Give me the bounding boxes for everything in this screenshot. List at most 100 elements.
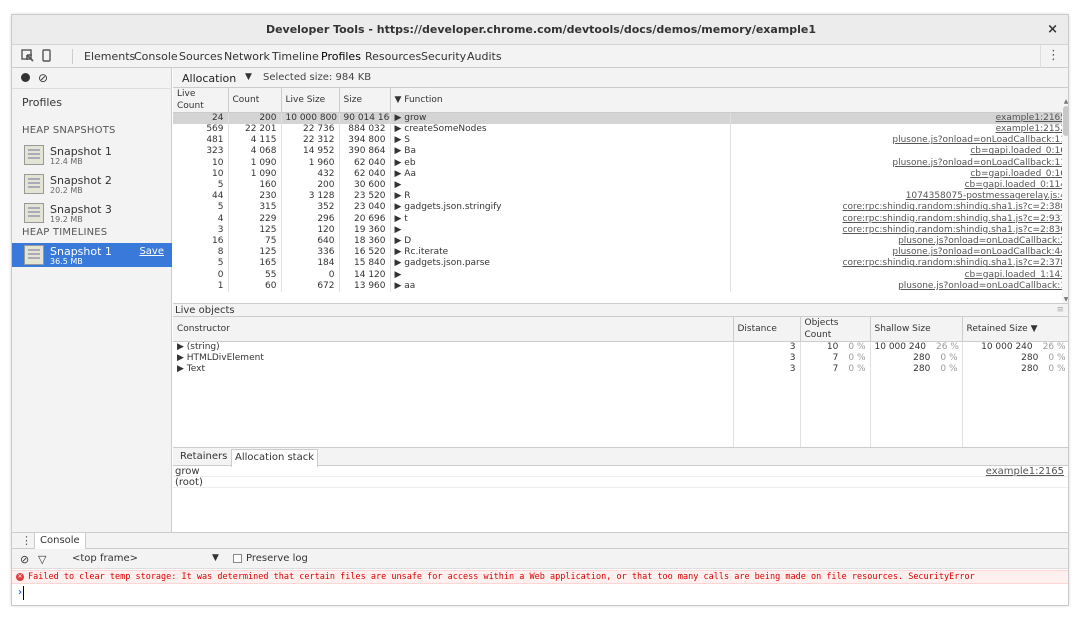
tab-audits[interactable]: Audits bbox=[467, 50, 502, 63]
table-row[interactable]: ▶ (string) 3 10 0 % 10 000 240 26 % 10 000 240… bbox=[173, 341, 1068, 353]
chevron-down-icon[interactable]: ▼ bbox=[245, 72, 252, 82]
table-row[interactable]: 0 55 0 14 120 ▶ cb=gapi.loaded_1:143 bbox=[173, 269, 1068, 281]
snapshot-icon bbox=[24, 245, 44, 265]
table-row[interactable]: 8 125 336 16 520 ▶ Rc.iterate plusone.js?onlo… bbox=[173, 247, 1068, 259]
location-link[interactable]: cb=gapi.loaded_1:143 bbox=[730, 269, 1068, 280]
sidebar-item-timeline-1[interactable]: Snapshot 1 36.5 MB Save bbox=[12, 243, 172, 267]
objects-count-value: 10 bbox=[826, 342, 839, 352]
col-objects-count[interactable]: Objects Count bbox=[800, 317, 871, 342]
col-retained-size[interactable]: Retained Size ▼ bbox=[962, 317, 1068, 342]
table-row[interactable]: 5 160 200 30 600 ▶ cb=gapi.loaded_0:114 bbox=[173, 179, 1068, 192]
table-row[interactable]: 10 1 090 1 960 62 040 ▶ eb plusone.js?onload=… bbox=[173, 157, 1068, 169]
allocation-scrollbar[interactable]: ▲ ▼ bbox=[1062, 98, 1068, 303]
location-link[interactable]: plusone.js?onload=onLoadCallback:44 bbox=[730, 247, 1068, 258]
location-link[interactable]: plusone.js?onload=onLoadCallback:11 bbox=[730, 135, 1068, 146]
location-link[interactable]: plusone.js?onload=onLoadCallback:2 bbox=[730, 236, 1068, 247]
size-cell: 62 040 bbox=[339, 157, 391, 169]
location-link[interactable]: core:rpc:shindig.random:shindig.sha1.js?… bbox=[730, 225, 1068, 236]
more-options-icon[interactable]: ⋮ bbox=[1047, 48, 1060, 63]
table-row[interactable]: 5 315 352 23 040 ▶ gadgets.json.stringify cor… bbox=[173, 202, 1068, 214]
view-selector-bar: Allocation ▼ Selected size: 984 KB bbox=[173, 68, 1068, 88]
table-row[interactable]: 24 200 10 000 800 90 014 160 ▶ grow example1:… bbox=[173, 112, 1068, 124]
devtools-window: Developer Tools - https://developer.chro… bbox=[11, 14, 1069, 606]
tab-profiles[interactable]: Profiles bbox=[321, 50, 361, 63]
preserve-log-checkbox[interactable] bbox=[233, 554, 242, 563]
shallow-size-percent: 26 % bbox=[936, 342, 959, 352]
scroll-up-icon[interactable]: ▲ bbox=[1062, 98, 1068, 105]
size-cell: 18 360 bbox=[339, 235, 391, 248]
location-link[interactable]: example1:2152 bbox=[730, 124, 1068, 135]
col-distance[interactable]: Distance bbox=[733, 317, 801, 342]
tab-console[interactable]: Console bbox=[134, 50, 178, 63]
location-link[interactable]: plusone.js?onload=onLoadCallback:1 bbox=[730, 281, 1068, 292]
stack-frame[interactable]: (root) bbox=[173, 477, 1068, 488]
col-shallow-size[interactable]: Shallow Size bbox=[870, 317, 963, 342]
col-size[interactable]: Size bbox=[339, 88, 391, 113]
tab-network[interactable]: Network bbox=[224, 50, 270, 63]
col-live-size[interactable]: Live Size bbox=[281, 88, 340, 113]
console-input[interactable] bbox=[23, 586, 24, 600]
stack-frame[interactable]: grow example1:2165 bbox=[173, 466, 1068, 477]
table-row[interactable]: 569 22 201 22 736 884 032 ▶ createSomeNodes e… bbox=[173, 124, 1068, 136]
col-constructor[interactable]: Constructor bbox=[173, 317, 734, 342]
console-toolbar: ⊘ ▽ <top frame> ▼ Preserve log bbox=[12, 549, 1068, 569]
scroll-down-icon[interactable]: ▼ bbox=[1062, 296, 1068, 303]
stack-location-link[interactable]: example1:2165 bbox=[986, 466, 1064, 477]
retained-size-cell: 280 0 % bbox=[962, 353, 1068, 364]
table-row[interactable]: 16 75 640 18 360 ▶ Dplusone.js?onload=onLoad… bbox=[173, 235, 1068, 248]
record-icon[interactable] bbox=[20, 72, 32, 84]
tab-retainers[interactable]: Retainers bbox=[177, 451, 230, 462]
table-row[interactable]: 481 4 115 22 312 394 800 ▶ Splusone.js?onloa… bbox=[173, 135, 1068, 147]
save-link[interactable]: Save bbox=[139, 246, 164, 257]
table-row[interactable]: ▶ Text 3 7 0 % 280 0 % 280 0 % bbox=[173, 364, 1068, 375]
tab-resources[interactable]: Resources bbox=[365, 50, 421, 63]
table-row[interactable]: 44 230 3 128 23 520 ▶ R 1074358075-postmessag… bbox=[173, 191, 1068, 203]
col-function[interactable]: ▼ Function bbox=[390, 88, 1068, 113]
clear-console-icon[interactable]: ⊘ bbox=[20, 553, 29, 566]
table-row[interactable]: ▶ HTMLDivElement 3 7 0 % 280 0 % 280 0 % bbox=[173, 353, 1068, 364]
table-row[interactable]: 323 4 068 14 952 390 864 ▶ Ba cb=gapi.loaded_… bbox=[173, 146, 1068, 158]
sidebar-item-snapshot-1[interactable]: Snapshot 1 12.4 MB bbox=[12, 143, 172, 167]
location-link[interactable]: cb=gapi.loaded_0:114 bbox=[730, 180, 1068, 191]
location-link[interactable]: cb=gapi.loaded_0:16 bbox=[730, 146, 1068, 157]
device-mode-icon[interactable] bbox=[39, 49, 53, 63]
location-link[interactable]: core:rpc:shindig.random:shindig.sha1.js?… bbox=[730, 214, 1068, 225]
live-size-cell: 296 bbox=[281, 213, 340, 225]
location-link[interactable]: 1074358075-postmessagerelay.js:4 bbox=[730, 191, 1068, 202]
location-link[interactable]: cb=gapi.loaded_0:16 bbox=[730, 169, 1068, 180]
clear-icon[interactable]: ⊘ bbox=[38, 72, 50, 84]
tab-allocation-stack[interactable]: Allocation stack bbox=[231, 449, 319, 467]
filter-icon[interactable]: ▽ bbox=[38, 553, 46, 566]
location-link[interactable]: plusone.js?onload=onLoadCallback:11 bbox=[730, 158, 1068, 169]
tab-security[interactable]: Security bbox=[421, 50, 466, 63]
close-icon[interactable]: × bbox=[1047, 22, 1058, 37]
live-size-cell: 640 bbox=[281, 235, 340, 248]
sidebar-item-snapshot-3[interactable]: Snapshot 3 19.2 MB bbox=[12, 201, 172, 225]
context-select[interactable]: <top frame> bbox=[72, 553, 138, 564]
view-select[interactable]: Allocation bbox=[182, 72, 236, 85]
tab-elements[interactable]: Elements bbox=[84, 50, 135, 63]
chevron-down-icon[interactable]: ▼ bbox=[212, 553, 219, 563]
tab-timeline[interactable]: Timeline bbox=[272, 50, 319, 63]
inspect-element-icon[interactable] bbox=[20, 49, 34, 63]
table-row[interactable]: 4 229 296 20 696 ▶ t core:rpc:shindig.random:… bbox=[173, 213, 1068, 225]
table-row[interactable]: 3 125 120 19 360 ▶ core:rpc:shindig.random:sh… bbox=[173, 224, 1068, 236]
drawer-tabbar: ⋮ Console bbox=[12, 532, 1068, 549]
table-row[interactable]: 10 1 090 432 62 040 ▶ Aa cb=gapi.loaded_0:16 bbox=[173, 168, 1068, 180]
scrollbar-thumb[interactable] bbox=[1063, 106, 1068, 136]
menu-icon[interactable]: ≡ bbox=[1056, 305, 1064, 315]
tab-sources[interactable]: Sources bbox=[179, 50, 223, 63]
table-row[interactable]: 1 60 672 13 960 ▶ aa plusone.js?onload=onLoad… bbox=[173, 280, 1068, 292]
snapshot-icon bbox=[24, 145, 44, 165]
location-link[interactable]: example1:2165 bbox=[730, 112, 1068, 124]
objects-count-cell: 7 0 % bbox=[800, 364, 871, 375]
table-row[interactable]: 5 165 184 15 840 ▶ gadgets.json.parse core:rp… bbox=[173, 258, 1068, 270]
drawer-menu-icon[interactable]: ⋮ bbox=[21, 534, 32, 547]
location-link[interactable]: core:rpc:shindig.random:shindig.sha1.js?… bbox=[730, 202, 1068, 213]
preserve-log-label[interactable]: Preserve log bbox=[246, 553, 308, 564]
col-live-count[interactable]: Live Count bbox=[173, 88, 229, 113]
tab-console-drawer[interactable]: Console bbox=[34, 533, 86, 549]
sidebar-item-snapshot-2[interactable]: Snapshot 2 20.2 MB bbox=[12, 172, 172, 196]
location-link[interactable]: core:rpc:shindig.random:shindig.sha1.js?… bbox=[730, 258, 1068, 269]
col-count[interactable]: Count bbox=[228, 88, 282, 113]
